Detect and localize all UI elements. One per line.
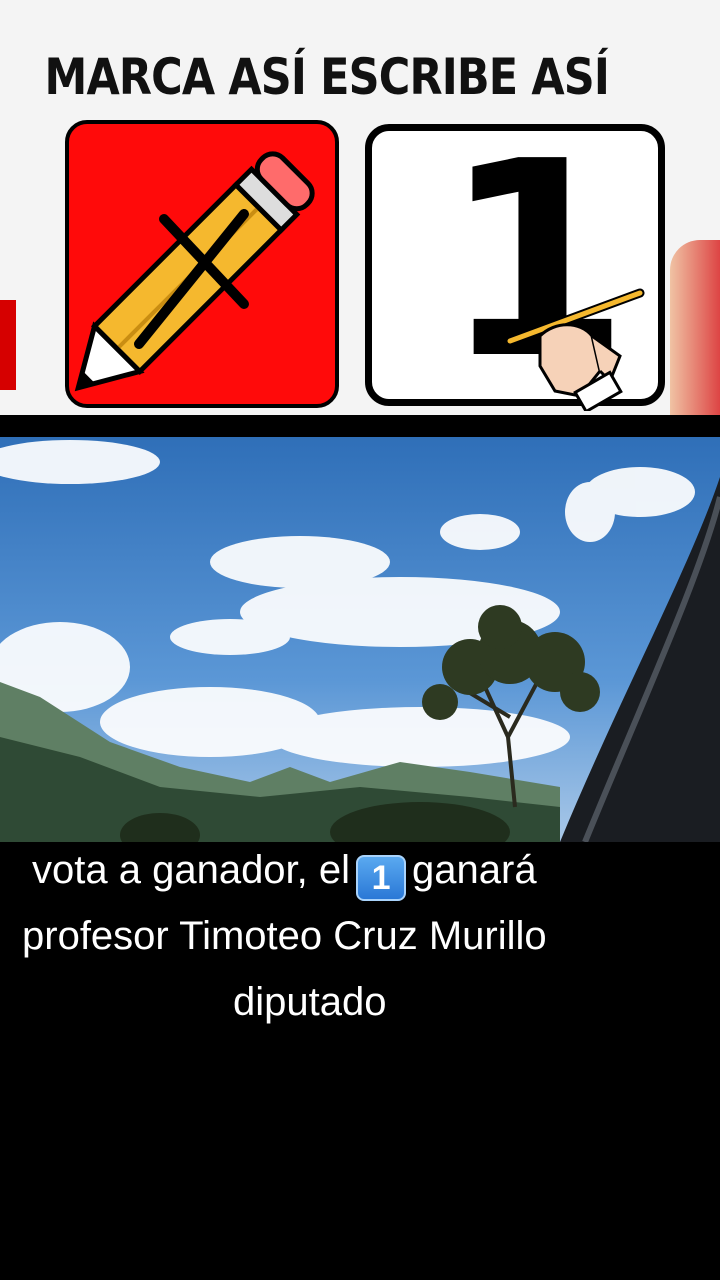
keycap-one-icon: 1 [356,855,407,901]
caption-line-1-end: ganará [412,848,537,892]
writing-hand-icon [505,288,645,411]
caption-line-1: vota a ganador, el 1 ganará [32,838,537,902]
write-example-box: 1 [365,111,665,411]
caption-line-1-start: vota a ganador, el [32,848,351,892]
pencil-icon [74,151,315,392]
caption-line-2: profesor Timoteo Cruz Murillo [22,914,547,958]
landscape-photo [0,437,720,842]
caption-line-3: diputado [233,980,387,1024]
ballot-instruction-banner: MARCA ASÍ ESCRIBE ASÍ 1 [0,0,720,415]
banner-red-edge [0,300,16,390]
mark-example-box [65,120,339,408]
landscape-scene [0,437,720,842]
banner-hand-edge [670,240,720,415]
banner-title: MARCA ASÍ ESCRIBE ASÍ [44,48,610,106]
